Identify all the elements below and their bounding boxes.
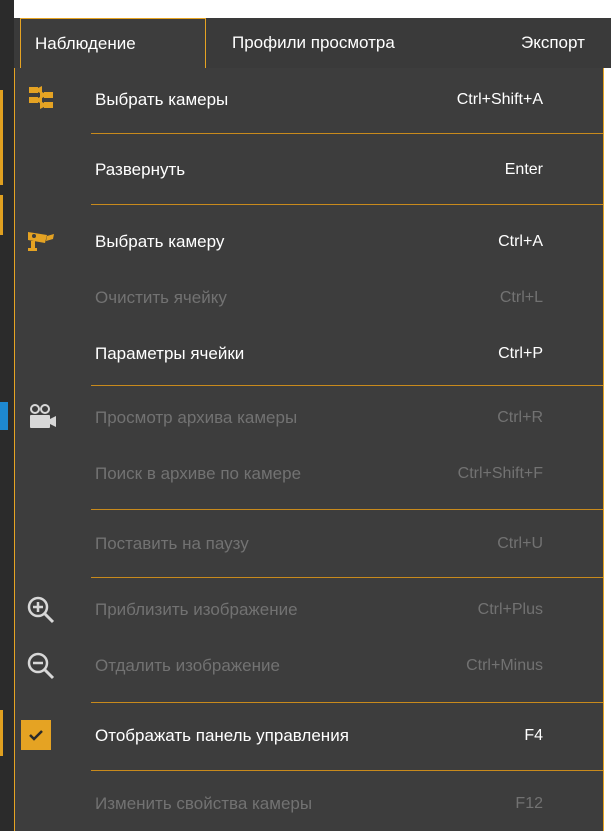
menu-item-label: Очистить ячейку [95,288,227,307]
video-camera-icon [30,404,56,428]
check-icon [29,730,43,741]
menu-item-shortcut: Ctrl+P [498,345,543,362]
menu-separator [91,204,603,205]
menu-item-shortcut: Enter [504,161,543,178]
cameras-select-icon [29,86,53,109]
menu-item-label: Поставить на паузу [95,534,249,553]
check-indicator [21,720,51,750]
background-accent [0,195,3,235]
menu-item-label: Выбрать камеры [95,90,229,109]
menu-item-label: Просмотр архива камеры [95,408,298,427]
menu-item-shortcut: Ctrl+Plus [477,601,543,618]
menu-item-zoom-out: Отдалить изображение Ctrl+Minus [15,638,603,694]
menu-item-label: Отдалить изображение [95,656,280,675]
menu-bar: Наблюдение Профили просмотра Экспорт [14,18,611,70]
menu-item-shortcut: Ctrl+L [499,289,543,306]
menu-separator [91,509,603,510]
menu-item-zoom-in: Приблизить изображение Ctrl+Plus [15,582,603,638]
menu-item-view-camera-archive: Просмотр архива камеры Ctrl+R [15,390,603,446]
menu-item-select-camera[interactable]: Выбрать камеру Ctrl+A [15,214,603,270]
menu-item-shortcut: Ctrl+Shift+A [456,91,543,108]
menu-item-shortcut: Ctrl+A [498,233,543,250]
menu-item-shortcut: Ctrl+Shift+F [457,465,543,482]
menu-item-label: Приблизить изображение [95,600,298,619]
menu-item-show-control-panel[interactable]: Отображать панель управления F4 [15,708,603,764]
menu-separator [91,385,603,386]
menu-observation[interactable]: Наблюдение [20,18,206,70]
menu-item-shortcut: Ctrl+Minus [466,657,543,674]
menu-item-shortcut: F4 [524,727,543,744]
background-accent [0,90,3,185]
menu-item-edit-camera-properties: Изменить свойства камеры F12 [15,776,603,832]
background-accent [0,710,3,756]
zoom-in-icon [27,596,55,624]
menu-item-label: Выбрать камеру [95,232,225,251]
menu-item-clear-cell: Очистить ячейку Ctrl+L [15,270,603,326]
menu-item-label: Изменить свойства камеры [95,794,313,813]
menu-item-shortcut: Ctrl+R [497,409,543,426]
menu-item-expand[interactable]: Развернуть Enter [15,142,603,198]
menu-item-pause: Поставить на паузу Ctrl+U [15,516,603,572]
menu-separator [91,702,603,703]
menu-item-cell-parameters[interactable]: Параметры ячейки Ctrl+P [15,326,603,382]
background-highlight [0,402,8,430]
menu-item-label: Поиск в архиве по камере [95,464,302,483]
menu-separator [91,133,603,134]
menu-view-profiles[interactable]: Профили просмотра [232,18,395,68]
menu-item-select-cameras[interactable]: Выбрать камеры Ctrl+Shift+A [15,72,603,128]
observation-dropdown-menu: Выбрать камеры Ctrl+Shift+A Развернуть E… [14,68,604,831]
camera-select-icon [28,232,54,251]
menu-item-shortcut: Ctrl+U [497,535,543,552]
menu-export[interactable]: Экспорт [521,18,585,68]
menu-item-label: Развернуть [95,160,186,179]
zoom-out-icon [27,652,55,680]
menu-separator [91,770,603,771]
menu-item-label: Отображать панель управления [95,726,349,745]
menu-separator [91,577,603,578]
menu-item-search-archive-by-camera: Поиск в архиве по камере Ctrl+Shift+F [15,446,603,502]
menu-item-label: Параметры ячейки [95,344,245,363]
menu-item-shortcut: F12 [515,795,543,812]
background-window-edge [0,0,14,831]
